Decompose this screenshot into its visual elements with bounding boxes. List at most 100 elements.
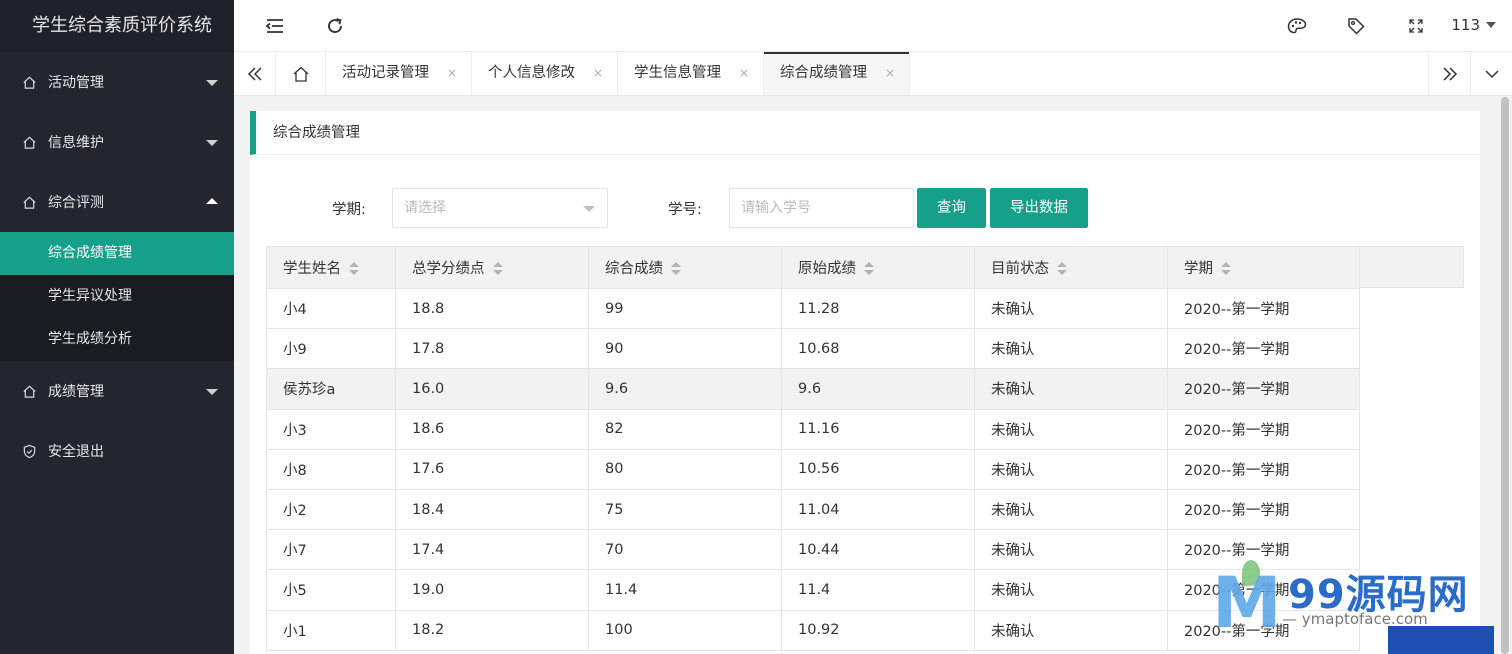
tabs-scroll-right-icon[interactable]	[1428, 52, 1470, 95]
export-button[interactable]: 导出数据	[990, 188, 1088, 228]
palette-icon[interactable]	[1286, 15, 1308, 37]
sub-item-score-analysis[interactable]: 学生成绩分析	[0, 318, 234, 361]
tab-student-info[interactable]: 学生信息管理 ×	[618, 52, 764, 95]
chevron-up-icon	[206, 198, 218, 204]
column-header[interactable]: 总学分绩点	[395, 246, 589, 289]
close-icon[interactable]: ×	[739, 52, 749, 95]
table-row[interactable]: 小4 18.8 99 11.28 未确认 2020--第一学期	[266, 287, 1360, 330]
scrollbar-thumb[interactable]	[1501, 97, 1509, 654]
tabs-dropdown-icon[interactable]	[1470, 52, 1512, 95]
sort-icon[interactable]	[671, 262, 681, 276]
submenu: 综合成绩管理 学生异议处理 学生成绩分析	[0, 232, 234, 361]
tabs-scroll-left-icon[interactable]	[234, 52, 276, 95]
table-cell: 18.2	[395, 609, 589, 651]
table-cell: 17.6	[395, 448, 589, 490]
table-row[interactable]: 侯苏珍a 16.0 9.6 9.6 未确认 2020--第一学期	[266, 368, 1360, 410]
close-icon[interactable]: ×	[447, 52, 457, 95]
sort-icon[interactable]	[864, 262, 874, 276]
nav-comprehensive-evaluation[interactable]: 综合评测	[0, 172, 234, 232]
column-header[interactable]: 学期	[1167, 246, 1360, 289]
user-menu[interactable]: 113	[1451, 16, 1496, 34]
column-header-label: 综合成绩	[605, 261, 663, 277]
table-cell: 75	[588, 488, 782, 531]
tab-label: 学生信息管理	[634, 65, 721, 81]
column-header[interactable]: 学生姓名	[266, 246, 396, 289]
nav-info-maintenance[interactable]: 信息维护	[0, 112, 234, 172]
table-cell: 未确认	[974, 529, 1168, 571]
sort-icon[interactable]	[349, 262, 359, 276]
table-cell: 未确认	[974, 488, 1168, 531]
menu-fold-icon[interactable]	[264, 15, 286, 37]
table-row[interactable]: 小7 17.4 70 10.44 未确认 2020--第一学期	[266, 529, 1360, 571]
table-cell: 2020--第一学期	[1167, 368, 1360, 410]
table-row[interactable]: 小5 19.0 11.4 11.4 未确认 2020--第一学期	[266, 569, 1360, 611]
column-header-label: 原始成绩	[798, 261, 856, 277]
table-cell: 未确认	[974, 328, 1168, 370]
table-cell: 小8	[266, 448, 396, 490]
close-icon[interactable]: ×	[593, 52, 603, 95]
nav-label: 活动管理	[48, 75, 104, 91]
fullscreen-icon[interactable]	[1405, 15, 1427, 37]
table-header-row: 学生姓名 总学分绩点 综合成绩 原始成绩 目前状态 学期	[266, 246, 1360, 289]
tab-personal-info[interactable]: 个人信息修改 ×	[472, 52, 618, 95]
column-header[interactable]: 目前状态	[974, 246, 1168, 289]
table-row[interactable]: 小2 18.4 75 11.04 未确认 2020--第一学期	[266, 488, 1360, 531]
table-cell: 70	[588, 529, 782, 571]
table-row[interactable]: 小1 18.2 100 10.92 未确认 2020--第一学期	[266, 609, 1360, 651]
table-row[interactable]: 小9 17.8 90 10.68 未确认 2020--第一学期	[266, 328, 1360, 370]
nav-label: 信息维护	[48, 135, 104, 151]
table-cell: 小2	[266, 488, 396, 531]
refresh-icon[interactable]	[324, 15, 346, 37]
tab-label: 活动记录管理	[342, 65, 429, 81]
table-cell: 11.4	[588, 569, 782, 611]
term-label: 学期:	[332, 202, 366, 218]
table-cell: 9.6	[588, 368, 782, 410]
scrollbar[interactable]	[1500, 97, 1510, 654]
column-header[interactable]: 综合成绩	[588, 246, 782, 289]
shield-icon	[20, 442, 38, 460]
card-title: 综合成绩管理	[250, 111, 1480, 155]
table-cell: 2020--第一学期	[1167, 569, 1360, 611]
table-row[interactable]: 小3 18.6 82 11.16 未确认 2020--第一学期	[266, 408, 1360, 450]
home-tab-icon[interactable]	[276, 52, 326, 95]
tab-activity-records[interactable]: 活动记录管理 ×	[326, 52, 472, 95]
score-table: 学生姓名 总学分绩点 综合成绩 原始成绩 目前状态 学期 小4 18.8 99 11.28 未确认…	[266, 246, 1360, 651]
column-header-label: 学生姓名	[283, 261, 341, 277]
table-cell: 2020--第一学期	[1167, 448, 1360, 490]
tab-score-management[interactable]: 综合成绩管理 ×	[764, 52, 910, 95]
score-table-wrap: 学生姓名 总学分绩点 综合成绩 原始成绩 目前状态 学期 小4 18.8 99 11.28 未确认…	[266, 246, 1464, 651]
nav-grade-management[interactable]: 成绩管理	[0, 361, 234, 421]
sub-item-objection-handling[interactable]: 学生异议处理	[0, 275, 234, 318]
home-icon	[20, 382, 38, 400]
table-cell: 10.92	[781, 609, 975, 651]
table-cell: 未确认	[974, 287, 1168, 330]
table-cell: 11.4	[781, 569, 975, 611]
table-cell: 2020--第一学期	[1167, 328, 1360, 370]
chevron-down-icon	[206, 80, 218, 86]
nav-logout[interactable]: 安全退出	[0, 421, 234, 481]
student-id-input[interactable]	[729, 188, 914, 228]
chevron-down-icon	[206, 389, 218, 395]
chevron-down-icon	[206, 140, 218, 146]
table-cell: 11.28	[781, 287, 975, 330]
tag-icon[interactable]	[1345, 15, 1367, 37]
term-select[interactable]: 请选择	[392, 188, 608, 228]
table-cell: 100	[588, 609, 782, 651]
table-cell: 18.6	[395, 408, 589, 450]
column-header[interactable]: 原始成绩	[781, 246, 975, 289]
nav-activity-management[interactable]: 活动管理	[0, 52, 234, 112]
table-row[interactable]: 小8 17.6 80 10.56 未确认 2020--第一学期	[266, 448, 1360, 490]
sub-item-score-management[interactable]: 综合成绩管理	[0, 232, 234, 275]
column-header-label: 学期	[1184, 261, 1213, 277]
tabs: 活动记录管理 × 个人信息修改 × 学生信息管理 × 综合成绩管理 ×	[326, 52, 910, 95]
home-icon	[20, 133, 38, 151]
tab-label: 综合成绩管理	[780, 65, 867, 81]
query-button[interactable]: 查询	[917, 188, 986, 228]
table-cell: 小9	[266, 328, 396, 370]
sort-icon[interactable]	[1057, 262, 1067, 276]
sort-icon[interactable]	[1221, 262, 1231, 276]
close-icon[interactable]: ×	[885, 52, 895, 95]
tab-label: 个人信息修改	[488, 65, 575, 81]
sidebar: 学生综合素质评价系统 活动管理 信息维护 综合评测 综合成绩管理 学生异议处理 …	[0, 0, 234, 654]
sort-icon[interactable]	[492, 262, 503, 276]
